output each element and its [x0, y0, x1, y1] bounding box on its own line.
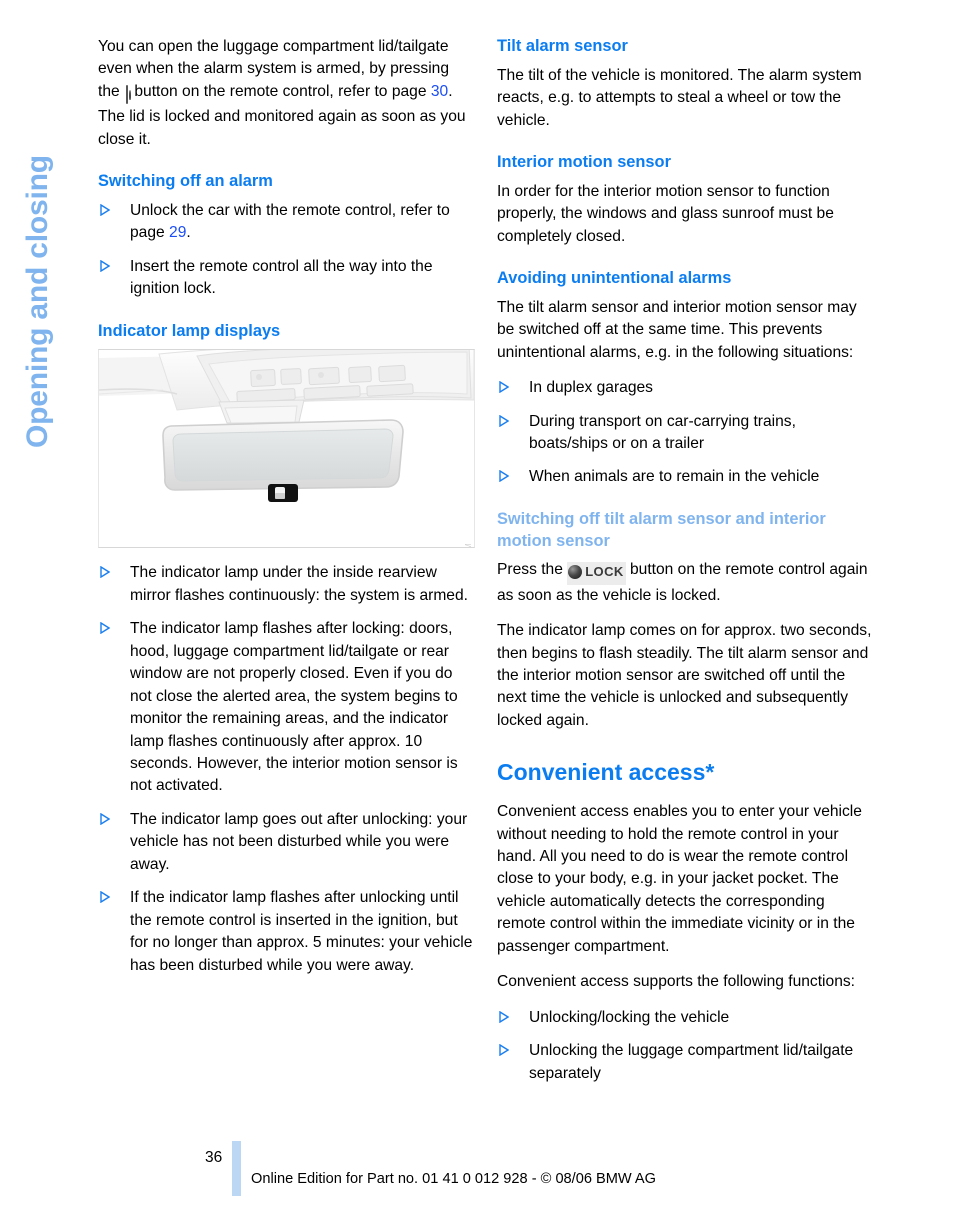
interior-motion-sensor-paragraph: In order for the interior motion sensor …: [497, 182, 834, 245]
triangle-bullet-icon: [100, 812, 110, 825]
triangle-bullet-icon: [100, 259, 110, 272]
heading-indicator-lamp-displays: Indicator lamp displays: [98, 321, 281, 340]
switching-off-sensors-paragraph-1: Press the LOCK button on the remote cont…: [497, 559, 872, 607]
list-item: Insert the remote control all the way in…: [98, 256, 473, 301]
heading-tilt-alarm-sensor: Tilt alarm sensor: [497, 37, 628, 55]
avoiding-alarms-paragraph: The tilt alarm sensor and interior motio…: [497, 298, 857, 361]
left-column: You can open the luggage compartment lid…: [98, 36, 475, 990]
avoiding-alarms-list: In duplex garages During transport on ca…: [497, 377, 872, 489]
figure-credit: VO_J-IN_COM: [464, 543, 473, 547]
manual-page: Opening and closing You can open the lug…: [0, 0, 954, 1213]
list-item: The indicator lamp under the inside rear…: [98, 562, 473, 607]
convenient-access-paragraph-2: Convenient access supports the following…: [497, 973, 855, 991]
triangle-bullet-icon: [100, 566, 110, 579]
list-item-text: If the indicator lamp flashes after unlo…: [130, 889, 473, 974]
tilt-alarm-sensor-paragraph: The tilt of the vehicle is monitored. Th…: [497, 66, 862, 129]
switching-off-alarm-list: Unlock the car with the remote control, …: [98, 200, 473, 301]
lock-button-icon: LOCK: [567, 562, 626, 585]
triangle-bullet-icon: [499, 381, 509, 394]
heading-convenient-access: Convenient access*: [497, 759, 715, 786]
list-item: Unlock the car with the remote control, …: [98, 200, 473, 245]
heading-avoiding-unintentional-alarms: Avoiding unintentional alarms: [497, 269, 732, 288]
list-item-text: Insert the remote control all the way in…: [130, 257, 433, 298]
chapter-tab: Opening and closing: [8, 28, 68, 448]
list-item-text: The indicator lamp under the inside rear…: [130, 564, 468, 604]
convenient-access-paragraph-1: Convenient access enables you to enter y…: [497, 803, 862, 955]
list-item-text: The indicator lamp goes out after unlock…: [130, 810, 468, 873]
list-item: If the indicator lamp flashes after unlo…: [98, 887, 473, 977]
list-item-text: Unlocking/locking the vehicle: [529, 1008, 730, 1026]
intro-paragraph: You can open the luggage compartment lid…: [98, 36, 473, 151]
list-item-text: When animals are to remain in the vehicl…: [529, 468, 820, 486]
trunk-tailgate-button-icon: [126, 84, 129, 106]
convenient-access-list: Unlocking/locking the vehicle Unlocking …: [497, 1007, 872, 1085]
list-item-text: The indicator lamp flashes after locking…: [130, 620, 458, 795]
switching-off-sensors-paragraph-2: The indicator lamp comes on for approx. …: [497, 622, 872, 729]
list-item-text: Unlocking the luggage compartment lid/ta…: [529, 1042, 854, 1082]
page-ref-30[interactable]: 30: [431, 83, 448, 100]
rearview-mirror-figure: VO_J-IN_COM: [98, 349, 475, 549]
footer-edition-text: Online Edition for Part no. 01 41 0 012 …: [251, 1171, 657, 1187]
list-item: In duplex garages: [497, 377, 872, 399]
list-item-text-tail: .: [186, 224, 191, 242]
list-item: Unlocking/locking the vehicle: [497, 1007, 872, 1029]
triangle-bullet-icon: [499, 414, 509, 427]
lock-icon-label: LOCK: [585, 564, 624, 580]
list-item: The indicator lamp flashes after locking…: [98, 618, 473, 798]
lock-ball-icon: [568, 565, 583, 580]
list-item: During transport on car-carrying trains,…: [497, 411, 872, 456]
list-item-text: In duplex garages: [529, 379, 653, 397]
page-number: 36: [205, 1149, 223, 1166]
triangle-bullet-icon: [499, 470, 509, 483]
triangle-bullet-icon: [499, 1010, 509, 1023]
rearview-mirror-illustration: [99, 350, 474, 547]
heading-switching-off-sensors: Switching off tilt alarm sensor and inte…: [497, 509, 826, 550]
heading-switching-off-an-alarm: Switching off an alarm: [98, 172, 273, 191]
right-column: Tilt alarm sensor The tilt of the vehicl…: [497, 36, 872, 1098]
intro-part2: button on the remote control, refer to p…: [134, 82, 427, 100]
heading-interior-motion-sensor: Interior motion sensor: [497, 153, 671, 172]
triangle-bullet-icon: [499, 1044, 509, 1057]
triangle-bullet-icon: [100, 891, 110, 904]
list-item: The indicator lamp goes out after unlock…: [98, 809, 473, 876]
list-item-text: During transport on car-carrying trains,…: [529, 412, 796, 452]
list-item: When animals are to remain in the vehicl…: [497, 466, 872, 488]
triangle-bullet-icon: [100, 203, 110, 216]
list-item: Unlocking the luggage compartment lid/ta…: [497, 1040, 872, 1085]
triangle-bullet-icon: [100, 622, 110, 635]
press-the-text: Press the: [497, 561, 563, 579]
chapter-tab-label: Opening and closing: [21, 155, 54, 448]
page-ref-29[interactable]: 29: [169, 224, 186, 241]
indicator-lamp-list: The indicator lamp under the inside rear…: [98, 562, 473, 977]
footer-accent-bar: [232, 1141, 241, 1196]
page-footer: 36 Online Edition for Part no. 01 41 0 0…: [0, 1141, 954, 1213]
